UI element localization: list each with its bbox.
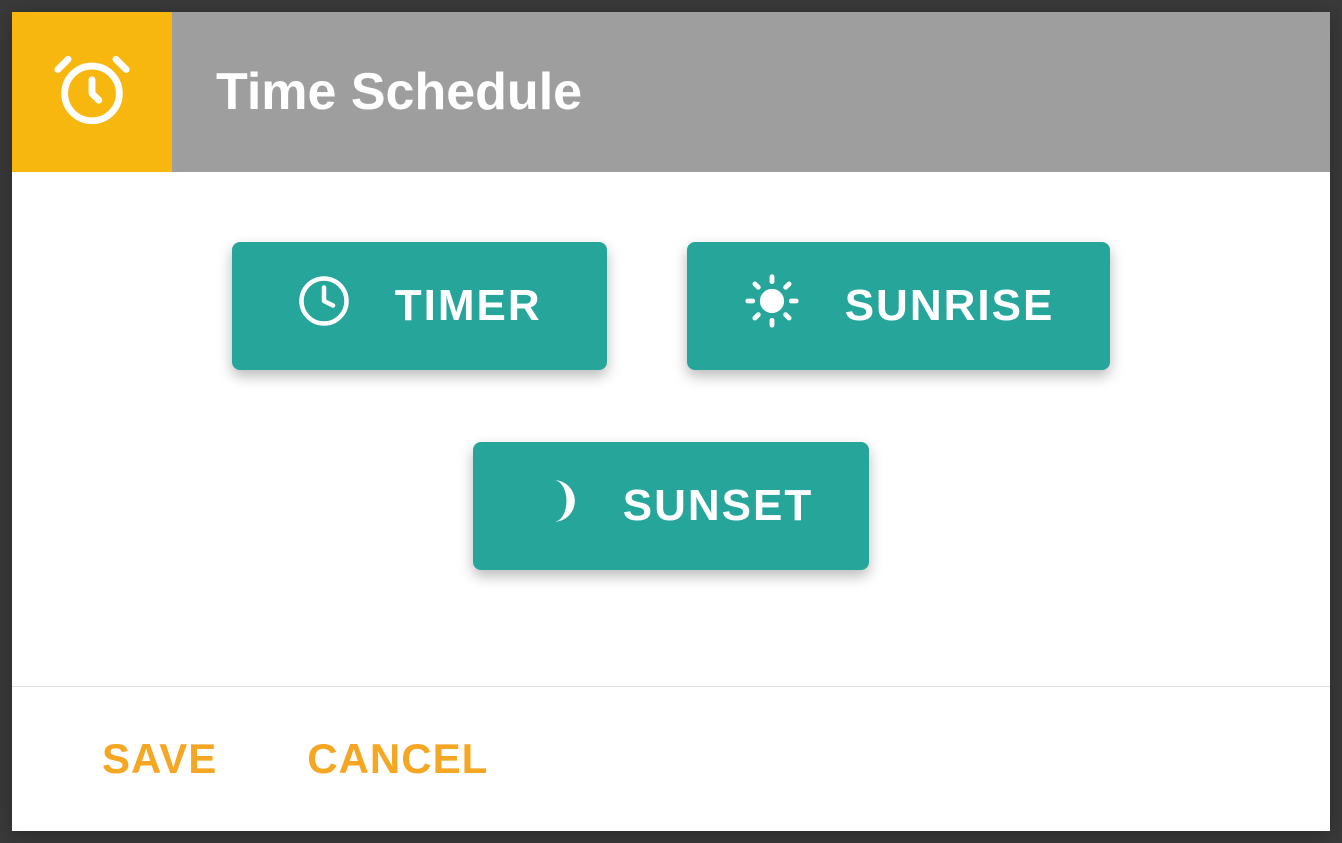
dialog-footer: SAVE CANCEL [12,686,1330,831]
sunrise-button[interactable]: SUNRISE [687,242,1111,370]
sunrise-label: SUNRISE [845,281,1055,331]
save-button[interactable]: SAVE [102,735,217,783]
clock-icon [297,274,351,339]
sunset-button[interactable]: SUNSET [473,442,869,570]
header-icon-container [12,12,172,172]
time-schedule-dialog: Time Schedule TIMER [12,12,1330,831]
dialog-title: Time Schedule [172,12,582,172]
cancel-button[interactable]: CANCEL [307,735,488,783]
timer-label: TIMER [395,281,542,331]
moon-icon [529,476,579,537]
dialog-header: Time Schedule [12,12,1330,172]
sun-icon [743,272,801,341]
sunset-label: SUNSET [623,481,813,531]
timer-button[interactable]: TIMER [232,242,607,370]
options-area: TIMER SUNRISE [12,172,1330,686]
alarm-clock-icon [51,49,133,136]
